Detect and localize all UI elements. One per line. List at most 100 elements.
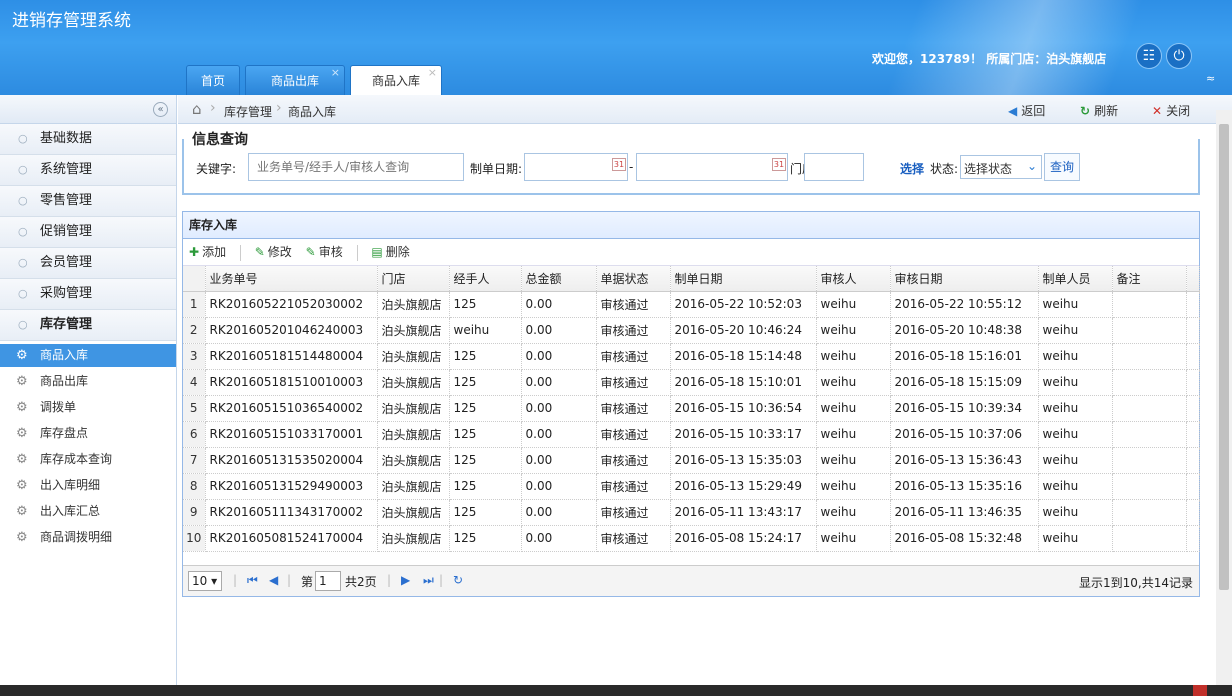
column-header[interactable]: 制单日期 [670,266,817,292]
table-row[interactable]: 1 RK201605221052030002 泊头旗舰店 125 0.00 审核通过 201… [183,291,1200,318]
sidebar-collapse-icon[interactable]: « [153,102,168,117]
table-cell: weihu [1038,447,1113,474]
edit-button[interactable]: ✎ 修改 [255,239,292,266]
menu-group-promotion[interactable]: ○ 促销管理 [0,217,176,248]
tab-close-icon[interactable]: × [428,58,437,88]
gear-icon: ⚙ [16,504,28,519]
menu-group-inventory[interactable]: ○ 库存管理 [0,310,176,341]
table-cell: weihu [1038,473,1113,500]
calendar-icon[interactable]: 31 [772,158,786,171]
column-header[interactable]: 经手人 [449,266,522,292]
collapse-header-icon[interactable]: ≈ [1206,72,1215,85]
menu-group-purchase[interactable]: ○ 采购管理 [0,279,176,310]
table-row[interactable]: 6 RK201605151033170001 泊头旗舰店 125 0.00 审核通过 201… [183,421,1200,448]
table-row[interactable]: 10 RK201605081524170004 泊头旗舰店 125 0.00 审核通过 20… [183,525,1200,552]
page-suffix: 共2页 [345,575,377,589]
breadcrumb-item[interactable]: 商品入库 [288,103,336,120]
column-header[interactable]: 制单人员 [1038,266,1113,292]
end-date-input[interactable] [636,153,788,181]
table-cell: 2016-05-18 15:14:48 [670,343,817,370]
date-label: 制单日期: [470,162,523,176]
table-row[interactable]: 4 RK201605181510010003 泊头旗舰店 125 0.00 审核通过 201… [183,369,1200,396]
sidebar-item-label: 调拨单 [40,400,77,414]
table-row[interactable]: 5 RK201605151036540002 泊头旗舰店 125 0.00 审核通过 201… [183,395,1200,422]
prev-page-icon[interactable]: ◀ [269,573,278,587]
page-scrollbar[interactable] [1216,110,1232,685]
keyword-input[interactable] [248,153,464,181]
table-cell: weihu [1038,317,1113,344]
column-header[interactable]: 审核日期 [890,266,1039,292]
table-cell: weihu [449,317,522,344]
last-page-icon[interactable]: ⏭ [423,573,434,588]
tab-home[interactable]: 首页 [186,65,240,95]
column-header[interactable]: 门店 [377,266,450,292]
table-row[interactable]: 3 RK201605181514480004 泊头旗舰店 125 0.00 审核通过 201… [183,343,1200,370]
column-header[interactable]: 总金额 [521,266,597,292]
menu-group-label: 系统管理 [40,162,93,177]
column-header[interactable]: 业务单号 [205,266,378,292]
column-header[interactable]: 单据状态 [596,266,671,292]
sidebar-item-goods-outbound[interactable]: ⚙ 商品出库 [0,370,176,393]
sidebar-item-transfer[interactable]: ⚙ 调拨单 [0,396,176,419]
sidebar-item-io-summary[interactable]: ⚙ 出入库汇总 [0,500,176,523]
inventory-inbound-grid: 库存入库 ✚添加 ✎修改 ✎审核 ▤删除 业务单号 门店 经手人 总金额 [182,211,1200,597]
column-header[interactable]: 审核人 [816,266,891,292]
tab-close-icon[interactable]: × [331,58,340,88]
table-cell: weihu [816,473,891,500]
calendar-icon[interactable]: 31 [612,158,626,171]
close-icon: ✕ [1152,104,1163,118]
sidebar-item-label: 商品调拨明细 [40,530,113,544]
table-row[interactable]: 7 RK201605131535020004 泊头旗舰店 125 0.00 审核通过 201… [183,447,1200,474]
page-size-select[interactable]: 10 ▾ [188,571,222,591]
store-input[interactable] [804,153,864,181]
power-icon[interactable]: ⏻ [1166,43,1192,69]
table-cell: 2016-05-13 15:35:16 [890,473,1039,500]
scrollbar-thumb[interactable] [1219,124,1229,590]
minus-icon: ▤ [371,245,383,259]
sidebar-item-stocktake[interactable]: ⚙ 库存盘点 [0,422,176,445]
refresh-button[interactable]: ↻ 刷新 [1080,102,1118,119]
sidebar-item-goods-inbound[interactable]: ⚙ 商品入库 [0,344,176,367]
status-select[interactable]: 选择状态 ⌄ [960,155,1042,179]
next-page-icon[interactable]: ▶ [401,573,410,587]
back-button[interactable]: ◀ 返回 [1008,102,1045,119]
menu-group-retail[interactable]: ○ 零售管理 [0,186,176,217]
main-content: ⌂ › 库存管理 › 商品入库 ◀返回 ↻刷新 ✕关闭 信息查询 关键字: 制单… [178,95,1232,685]
menu-group-member[interactable]: ○ 会员管理 [0,248,176,279]
table-cell: 审核通过 [596,343,671,370]
page-number-input[interactable]: 1 [315,571,341,591]
table-cell: 125 [449,499,522,526]
audit-button[interactable]: ✎ 审核 [306,239,343,266]
sidebar-item-cost-query[interactable]: ⚙ 库存成本查询 [0,448,176,471]
home-icon[interactable]: ⌂ [192,100,202,118]
delete-button[interactable]: ▤ 删除 [371,239,409,266]
query-button[interactable]: 查询 [1044,153,1080,181]
table-row[interactable]: 8 RK201605131529490003 泊头旗舰店 125 0.00 审核通过 201… [183,473,1200,500]
refresh-page-icon[interactable]: ↻ [453,573,463,587]
tab-goods-outbound[interactable]: 商品出库 × [245,65,345,95]
table-header-row: 业务单号 门店 经手人 总金额 单据状态 制单日期 审核人 审核日期 制单人员 … [183,266,1200,292]
row-number: 1 [183,291,206,318]
close-button[interactable]: ✕ 关闭 [1152,102,1190,119]
add-button[interactable]: ✚ 添加 [189,239,226,266]
menu-group-system[interactable]: ○ 系统管理 [0,155,176,186]
table-row[interactable]: 9 RK201605111343170002 泊头旗舰店 125 0.00 审核通过 201… [183,499,1200,526]
collapse-icon: ○ [18,318,28,331]
sidebar-item-io-detail[interactable]: ⚙ 出入库明细 [0,474,176,497]
menu-group-basic-data[interactable]: ○ 基础数据 [0,124,176,155]
table-row[interactable]: 2 RK201605201046240003 泊头旗舰店 weihu 0.00 审核通过 2… [183,317,1200,344]
table-cell: 0.00 [521,343,597,370]
store-select-link[interactable]: 选择 [900,160,924,177]
table-cell: 2016-05-15 10:33:17 [670,421,817,448]
column-header[interactable]: 备注 [1112,266,1187,292]
breadcrumb: ⌂ › 库存管理 › 商品入库 ◀ 返回 ↻ 刷新 ✕ 关闭 [178,95,1232,124]
first-page-icon[interactable]: ⏮ [247,573,258,588]
add-icon: ✚ [189,245,200,259]
menu-group-label: 基础数据 [40,131,93,146]
sidebar-item-transfer-detail[interactable]: ⚙ 商品调拨明细 [0,526,176,549]
clipboard-icon[interactable]: ☷ [1136,43,1162,69]
tab-goods-inbound[interactable]: 商品入库 × [350,65,442,95]
breadcrumb-item[interactable]: 库存管理 [224,103,272,120]
row-number: 7 [183,447,206,474]
table-cell: 审核通过 [596,369,671,396]
